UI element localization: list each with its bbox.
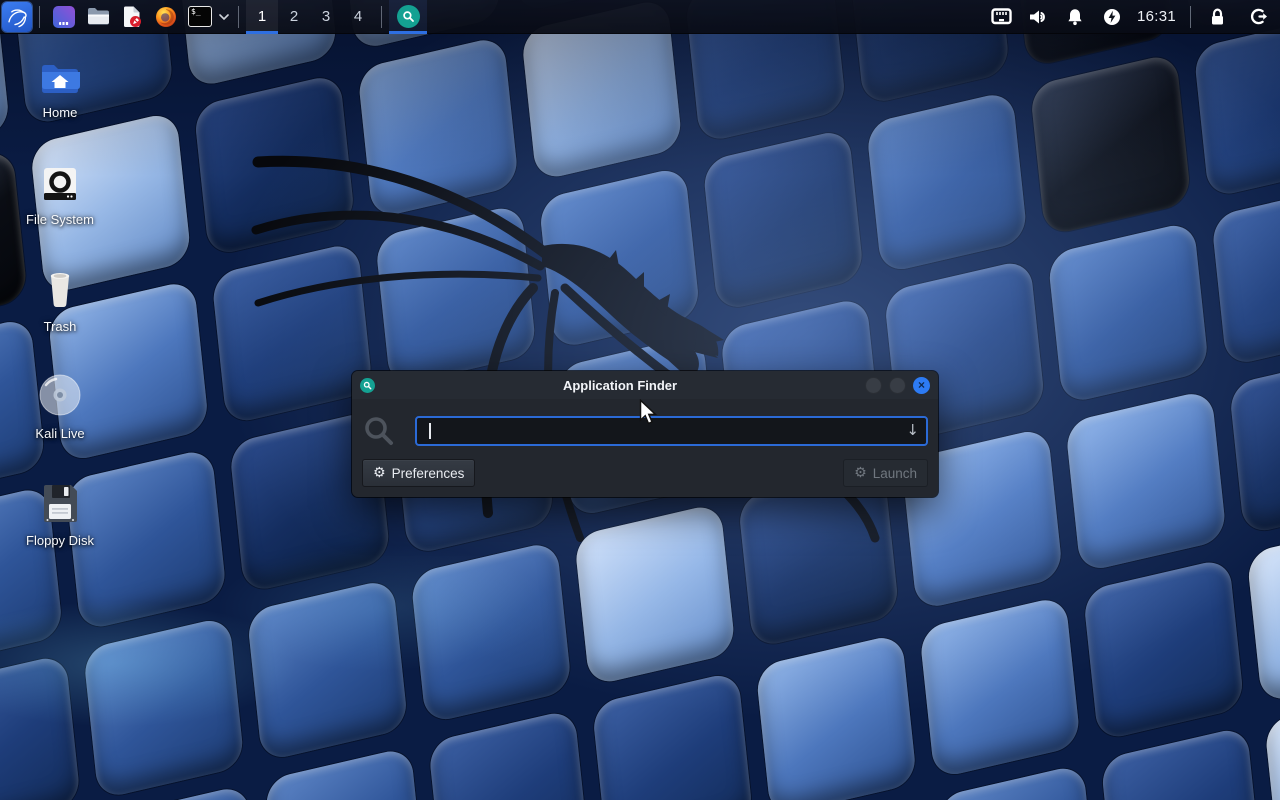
panel-clock[interactable]: 16:31 (1131, 8, 1182, 25)
wallpaper-cube (1193, 15, 1280, 199)
desktop-icon-label: Floppy Disk (26, 533, 94, 548)
top-panel: $_ 1 2 3 4 (0, 0, 1280, 34)
wallpaper-cube (866, 90, 1028, 274)
volume-icon[interactable] (1020, 0, 1057, 34)
wallpaper-cube (1030, 52, 1192, 236)
desktop-icon-label: Kali Live (35, 426, 84, 441)
panel-separator (381, 6, 382, 28)
wallpaper-cube (919, 595, 1081, 779)
window-body: ↓ ⚙ Preferences ⚙ Launch (352, 415, 938, 487)
desktop-icon-label: Trash (44, 319, 77, 334)
panel-separator (238, 6, 239, 28)
logout-session-icon[interactable] (1236, 0, 1280, 34)
desktop-icon-file-system[interactable]: File System (12, 157, 108, 264)
show-desktop-launcher[interactable] (47, 0, 81, 34)
floppy-disk-icon (40, 478, 80, 524)
wallpaper-cube (83, 616, 245, 800)
home-folder-icon (40, 50, 80, 96)
panel-left-group: $_ 1 2 3 4 (0, 0, 427, 33)
preferences-button-label: Preferences (392, 466, 465, 481)
desktop-icon-trash[interactable]: Trash (12, 264, 108, 371)
window-controls: × (865, 377, 930, 394)
terminal-launcher[interactable]: $_ (183, 0, 217, 34)
desktop-icon-label: File System (26, 212, 94, 227)
workspace-switcher: 1 2 3 4 (246, 0, 374, 34)
search-input-wrap: ↓ (415, 416, 928, 446)
optical-disc-icon (38, 371, 82, 417)
desktop-icon-floppy-disk[interactable]: Floppy Disk (12, 478, 108, 585)
preferences-button[interactable]: ⚙ Preferences (362, 459, 475, 487)
panel-separator (39, 6, 40, 28)
wallpaper-cube (1065, 389, 1227, 573)
desktop-icon (53, 6, 75, 28)
file-manager-launcher[interactable] (81, 0, 115, 34)
wallpaper-cube (247, 578, 409, 762)
wallpaper-cube (1229, 351, 1280, 535)
search-icon (362, 415, 396, 447)
application-finder-panel-button[interactable] (389, 0, 427, 34)
gear-icon: ⚙ (373, 466, 386, 480)
kali-dragon-silhouette (250, 118, 890, 588)
kali-logo-icon (5, 5, 29, 29)
window-titlebar[interactable]: Application Finder × (352, 371, 938, 399)
launch-gear-icon: ⚙ (854, 466, 867, 480)
network-ethernet-icon[interactable] (983, 0, 1020, 34)
text-editor-icon (122, 6, 142, 28)
wallpaper-cube (592, 671, 754, 800)
desktop-icon-label: Home (43, 105, 78, 120)
wallpaper-cube (0, 654, 81, 800)
minimize-button[interactable] (865, 377, 882, 394)
kali-applications-menu-button[interactable] (2, 2, 32, 32)
app-finder-icon (397, 5, 420, 28)
wallpaper-cube (1246, 520, 1280, 704)
wallpaper-cube (1100, 726, 1262, 800)
hard-drive-icon (41, 157, 79, 203)
workspace-3[interactable]: 3 (310, 0, 342, 34)
text-editor-launcher[interactable] (115, 0, 149, 34)
window-title: Application Finder (375, 378, 865, 393)
wallpaper-cube (1264, 688, 1280, 800)
workspace-2[interactable]: 2 (278, 0, 310, 34)
desktop-icon-kali-live[interactable]: Kali Live (12, 371, 108, 478)
terminal-icon: $_ (188, 6, 212, 27)
desktop-icon-home[interactable]: Home (12, 50, 108, 157)
workspace-1[interactable]: 1 (246, 0, 278, 34)
close-button[interactable]: × (913, 377, 930, 394)
desktop-icon-column: Home File System Trash (12, 50, 108, 585)
maximize-button[interactable] (889, 377, 906, 394)
panel-tray-group: 16:31 (983, 0, 1280, 33)
workspace-4[interactable]: 4 (342, 0, 374, 34)
window-title-icon (360, 378, 375, 393)
application-finder-window: Application Finder × ↓ ⚙ (352, 371, 938, 497)
close-icon: × (918, 379, 925, 391)
notifications-bell-icon[interactable] (1057, 0, 1094, 34)
search-input[interactable] (415, 416, 928, 446)
chevron-down-icon (219, 14, 229, 20)
power-manager-icon[interactable] (1094, 0, 1131, 34)
folder-icon (87, 7, 110, 26)
wallpaper-cube (428, 709, 590, 800)
wallpaper-cube (1211, 183, 1280, 367)
wallpaper-cube (1083, 557, 1245, 741)
wallpaper-cube (755, 633, 917, 800)
panel-separator (1190, 6, 1191, 28)
firefox-launcher[interactable] (149, 0, 183, 34)
terminal-dropdown-chevron[interactable] (217, 0, 231, 34)
trash-can-icon (41, 264, 79, 310)
firefox-icon (155, 6, 177, 28)
text-caret (429, 423, 431, 439)
wallpaper-cube (1047, 221, 1209, 405)
launch-button[interactable]: ⚙ Launch (843, 459, 928, 487)
launch-button-label: Launch (873, 466, 917, 481)
lock-screen-icon[interactable] (1199, 0, 1236, 34)
